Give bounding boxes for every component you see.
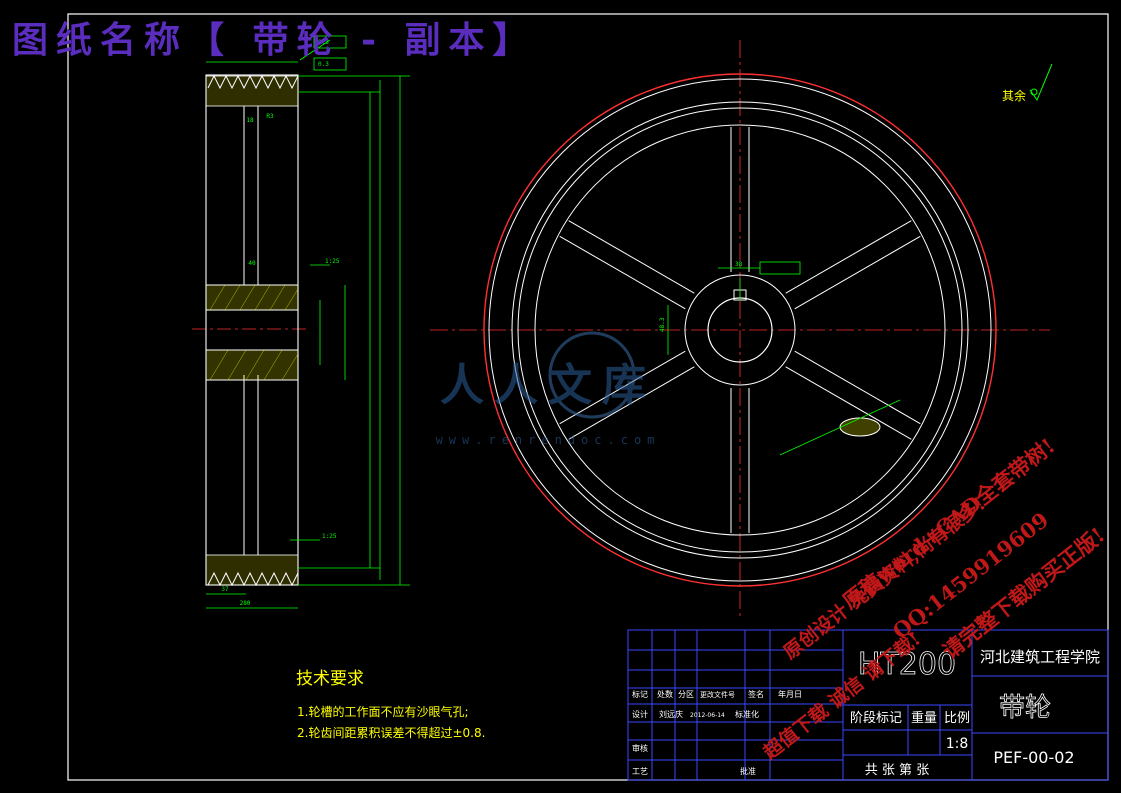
svg-text:1:25: 1:25 xyxy=(322,533,337,540)
tb-header-5: 年月日 xyxy=(778,689,802,699)
watermark-logo: 人人文库 www.renrendoc.com xyxy=(436,331,661,447)
part-name: 带轮 xyxy=(999,693,1051,723)
tb-designer: 刘远庆 xyxy=(659,709,683,719)
spoke-edge xyxy=(794,350,921,425)
svg-text:18: 18 xyxy=(246,117,254,124)
svg-text:1:25: 1:25 xyxy=(325,258,340,265)
tb-design-label: 设计 xyxy=(632,709,648,719)
svg-text:40: 40 xyxy=(248,260,256,267)
watermark-url: www.renrendoc.com xyxy=(436,433,661,447)
weight-label: 重量 xyxy=(911,710,937,726)
school-name: 河北建筑工程学院 xyxy=(980,648,1100,666)
tb-header-1: 处数 xyxy=(657,689,673,699)
tb-header-0: 标记 xyxy=(632,689,648,699)
tb-std-label: 标准化 xyxy=(735,709,759,719)
svg-text:38: 38 xyxy=(735,261,743,268)
drawing-title: 图纸名称【 带轮 - 副本】 xyxy=(12,19,537,61)
tb-process-label: 工艺 xyxy=(632,767,648,776)
cad-drawing-canvas: 280 37 18 40 R3 1:25 1:25 0.3 0.3 38 48.… xyxy=(12,13,1109,781)
tb-header-3: 更改文件号 xyxy=(700,690,735,699)
section-view: 280 37 18 40 R3 1:25 1:25 0.3 0.3 xyxy=(192,35,410,609)
scale-value: 1:8 xyxy=(946,736,969,752)
spoke-edge xyxy=(785,220,912,294)
tech-req-item-1: 1.轮槽的工作面不应有沙眼气孔; xyxy=(297,704,469,719)
tb-design-date: 2012-06-14 xyxy=(690,712,725,719)
scale-label: 比例 xyxy=(944,711,970,726)
svg-text:48.3: 48.3 xyxy=(659,317,666,332)
surface-roughness-note: 其余 xyxy=(1002,88,1026,103)
watermark-brand: 人人文库 xyxy=(440,360,656,411)
drawing-number: PEF-00-02 xyxy=(993,748,1074,767)
svg-text:280: 280 xyxy=(240,600,251,607)
tb-header-2: 分区 xyxy=(678,690,694,699)
svg-text:R3: R3 xyxy=(266,113,274,120)
roughness-symbol-icon xyxy=(1029,63,1053,102)
svg-text:0.3: 0.3 xyxy=(318,61,329,68)
wheel-annotations: 38 48.3 xyxy=(659,261,901,456)
tech-req-item-2: 2.轮齿间距累积误差不得超过±0.8. xyxy=(297,725,485,740)
tb-review-label: 审核 xyxy=(632,743,648,753)
spoke-edge xyxy=(568,220,695,294)
svg-text:37: 37 xyxy=(221,586,229,593)
spoke-edge xyxy=(559,235,686,310)
stage-label: 阶段标记 xyxy=(850,711,902,726)
tb-header-4: 签名 xyxy=(748,689,764,699)
sheet-label: 共 张 第 张 xyxy=(865,763,929,778)
tb-approve-label: 批准 xyxy=(740,766,756,776)
spoke-edge xyxy=(794,235,921,310)
tech-req-heading: 技术要求 xyxy=(296,669,364,689)
